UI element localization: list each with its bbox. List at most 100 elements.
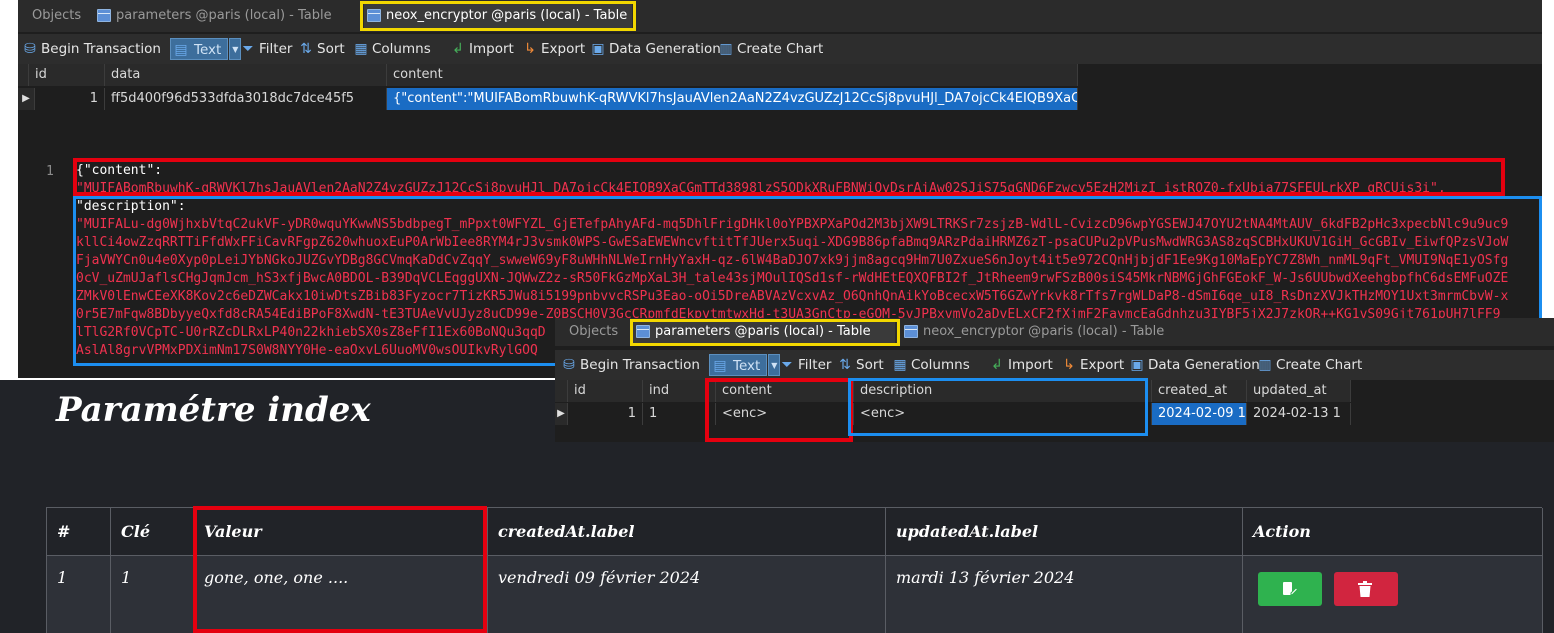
column-header-id[interactable]: id: [568, 380, 643, 402]
header-corner: [18, 64, 29, 86]
column-header-ind[interactable]: ind: [643, 380, 716, 402]
cell-created-at[interactable]: 2024-02-09 1: [1152, 403, 1247, 425]
export-button[interactable]: ↳ Export: [1059, 354, 1124, 376]
editor-line: lTlG2Rf0VCpTC-U0rRZcDLRxLP40n22khiebSX0s…: [76, 325, 546, 340]
column-header-action: Action: [1243, 508, 1543, 556]
button-label: Import: [469, 41, 514, 57]
cell-ind[interactable]: 1: [643, 403, 716, 425]
sort-button[interactable]: ⇅ Sort: [296, 38, 345, 60]
create-chart-button[interactable]: ▥ Create Chart: [716, 38, 823, 60]
begin-transaction-button[interactable]: ⛁ Begin Transaction: [559, 354, 700, 376]
column-header-content[interactable]: content: [387, 64, 1078, 86]
row-pointer-icon: ▶: [18, 88, 35, 110]
button-label: Create Chart: [737, 41, 824, 57]
chart-icon: ▥: [719, 41, 733, 57]
delete-button[interactable]: [1334, 572, 1398, 606]
import-icon: ↲: [991, 357, 1003, 373]
button-label: Data Generation: [1148, 357, 1260, 373]
tab-label: neox_encryptor @paris (local) - Table: [386, 8, 628, 23]
tab-label: parameters @paris (local) - Table: [655, 324, 871, 339]
tab-bar: Objects parameters @paris (local) - Tabl…: [18, 0, 1542, 32]
tab-objects[interactable]: Objects: [20, 4, 81, 28]
tab-label: parameters @paris (local) - Table: [116, 8, 332, 23]
import-button[interactable]: ↲ Import: [448, 38, 514, 60]
grid-header: id data content: [18, 64, 1078, 86]
column-header-description[interactable]: description: [854, 380, 1152, 402]
table-icon: [367, 9, 381, 22]
import-icon: ↲: [452, 41, 464, 57]
tab-objects[interactable]: Objects: [557, 320, 618, 344]
button-label: Export: [1080, 357, 1125, 373]
export-icon: ↳: [524, 41, 536, 57]
page-title: Paramétre index: [56, 390, 371, 430]
columns-button[interactable]: ▦ Columns: [351, 38, 430, 60]
create-chart-button[interactable]: ▥ Create Chart: [1255, 354, 1362, 376]
column-header-updated: updatedAt.label: [886, 508, 1243, 556]
data-generation-button[interactable]: ▣ Data Generation: [588, 38, 721, 60]
header-corner: [555, 380, 568, 402]
sort-icon: ⇅: [300, 41, 312, 57]
button-label: Filter: [798, 357, 832, 373]
column-header-id[interactable]: id: [29, 64, 105, 86]
button-label: Filter: [259, 41, 293, 57]
cell-data[interactable]: ff5d400f96d533dfda3018dc7dce45f5: [105, 88, 387, 110]
column-header-value: Valeur: [194, 508, 488, 556]
cell-id[interactable]: 1: [35, 88, 105, 110]
parameters-table: # Clé Valeur createdAt.label updatedAt.l…: [46, 507, 1543, 633]
cell-content[interactable]: <enc>: [716, 403, 854, 425]
trash-icon: [1358, 581, 1372, 597]
table-icon: [97, 9, 111, 22]
cell-updated: mardi 13 février 2024: [886, 556, 1243, 633]
columns-button[interactable]: ▦ Columns: [890, 354, 969, 376]
tab-label: Objects: [32, 8, 82, 23]
line-number: 1: [46, 164, 54, 179]
edit-icon: [1283, 582, 1298, 596]
tab-neox-encryptor[interactable]: neox_encryptor @paris (local) - Table: [364, 4, 632, 28]
text-view-button[interactable]: ▤ Text ▼: [709, 354, 781, 376]
column-header-key: Clé: [111, 508, 194, 556]
table-icon: [904, 325, 918, 338]
cell-description[interactable]: <enc>: [854, 403, 1152, 425]
filter-icon: ⏷: [242, 41, 254, 57]
button-label: Data Generation: [609, 41, 721, 57]
navicat-window-parameters: Objects parameters @paris (local) - Tabl…: [555, 318, 1554, 442]
table-row[interactable]: ▶ 1 1 <enc> <enc> 2024-02-09 1 2024-02-1…: [555, 403, 1351, 425]
cell-number: 1: [47, 556, 111, 633]
editor-line: "description":: [76, 199, 186, 214]
export-button[interactable]: ↳ Export: [520, 38, 585, 60]
cell-id[interactable]: 1: [568, 403, 643, 425]
filter-button[interactable]: ⏷ Filter: [777, 354, 831, 376]
tab-parameters[interactable]: parameters @paris (local) - Table: [633, 320, 895, 344]
column-header-created: createdAt.label: [488, 508, 886, 556]
column-header-content[interactable]: content: [716, 380, 854, 402]
cell-content[interactable]: {"content":"MUIFABomRbuwhK-qRWVKl7hsJauA…: [387, 88, 1078, 110]
data-generation-icon: ▣: [1130, 357, 1144, 373]
data-generation-button[interactable]: ▣ Data Generation: [1127, 354, 1260, 376]
button-label: Import: [1008, 357, 1053, 373]
edit-button[interactable]: [1258, 572, 1322, 606]
column-header-updated-at[interactable]: updated_at: [1247, 380, 1351, 402]
toolbar: ⛁ Begin Transaction ▤ Text ▼ ⏷ Filter ⇅ Sort …: [555, 350, 1554, 380]
column-header-data[interactable]: data: [105, 64, 387, 86]
filter-icon: ⏷: [781, 357, 793, 373]
begin-transaction-button[interactable]: ⛁ Begin Transaction: [20, 38, 161, 60]
text-view-button[interactable]: ▤ Text ▼: [170, 38, 242, 60]
cell-updated-at[interactable]: 2024-02-13 1: [1247, 403, 1351, 425]
import-button[interactable]: ↲ Import: [987, 354, 1053, 376]
editor-line: AslAl8grvVPMxPDXimNm17S0W8NYY0He-eaOxvL6…: [76, 343, 538, 358]
table-row[interactable]: ▶ 1 ff5d400f96d533dfda3018dc7dce45f5 {"c…: [18, 88, 1078, 110]
tab-label: neox_encryptor @paris (local) - Table: [923, 324, 1165, 339]
cell-created: vendredi 09 février 2024: [488, 556, 886, 633]
sort-button[interactable]: ⇅ Sort: [835, 354, 884, 376]
export-icon: ↳: [1063, 357, 1075, 373]
editor-line: "MUIFALu-dg0WjhxbVtqC2ukVF-yDR0wquYKwwNS…: [76, 217, 1509, 232]
text-icon: ▤: [713, 358, 727, 374]
columns-icon: ▦: [354, 41, 368, 57]
button-label: Sort: [856, 357, 884, 373]
cell-key: 1: [111, 556, 194, 633]
tab-parameters[interactable]: parameters @paris (local) - Table: [94, 4, 332, 28]
grid-header: id ind content description created_at up…: [555, 380, 1351, 402]
column-header-created-at[interactable]: created_at: [1152, 380, 1247, 402]
tab-neox-encryptor[interactable]: neox_encryptor @paris (local) - Table: [901, 320, 1164, 344]
filter-button[interactable]: ⏷ Filter: [238, 38, 292, 60]
